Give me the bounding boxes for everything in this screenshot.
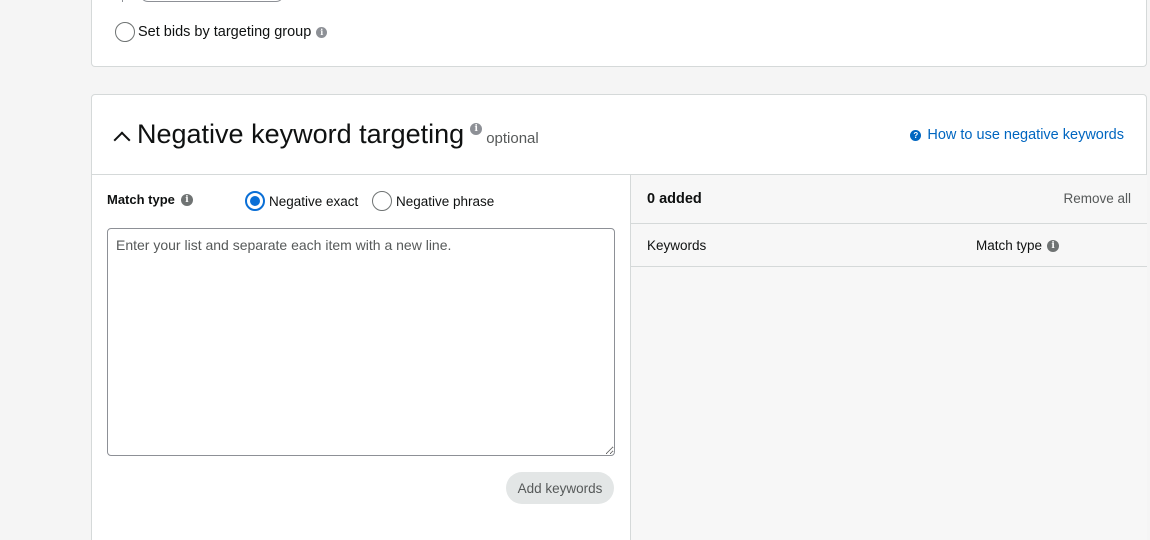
info-icon[interactable]: i [180,193,193,206]
set-bids-by-group-option[interactable]: Set bids by targeting group i [115,22,328,42]
info-icon[interactable]: i [1047,239,1060,252]
column-keywords: Keywords [647,238,707,253]
chevron-up-icon[interactable] [113,131,131,149]
set-bids-by-group-label: Set bids by targeting group [138,24,312,40]
match-type-row: Match type i [107,192,193,207]
help-link[interactable]: ? How to use negative keywords [910,127,1124,143]
keyword-entry-pane: Match type i Negative exact Negative phr… [92,175,630,540]
section-title-text: Negative keyword targeting [137,119,465,149]
negative-phrase-radio[interactable] [372,191,392,211]
set-bids-by-group-radio[interactable] [115,22,135,42]
tree-line [122,0,128,2]
negative-keyword-card: Negative keyword targeting i optional ? … [91,94,1147,540]
remove-all-link[interactable]: Remove all [1063,191,1131,206]
match-type-label: Match type [107,192,175,207]
keyword-list-textarea[interactable] [107,228,615,456]
added-keywords-pane: 0 added Remove all Keywords Match type i [630,175,1147,540]
column-match-type: Match type i [976,238,1060,253]
page: Set bids by targeting group i Negative k… [0,0,1150,540]
optional-label: optional [486,130,539,147]
section-title: Negative keyword targeting i optional [137,119,539,150]
negative-phrase-option[interactable]: Negative phrase [372,191,494,211]
bid-input-stub[interactable] [140,0,284,2]
section-header: Negative keyword targeting i optional ? … [92,95,1146,175]
bidding-card: Set bids by targeting group i [91,0,1147,67]
add-keywords-button[interactable]: Add keywords [506,472,614,504]
negative-exact-option[interactable]: Negative exact [245,191,358,211]
table-header: Keywords Match type i [631,224,1147,267]
help-circle-icon: ? [910,129,922,141]
negative-exact-radio[interactable] [245,191,265,211]
added-header: 0 added Remove all [631,175,1147,224]
help-link-text[interactable]: How to use negative keywords [927,127,1124,143]
negative-exact-label: Negative exact [269,193,359,209]
info-icon[interactable]: i [316,26,328,38]
added-count: 0 added [647,191,702,207]
negative-phrase-label: Negative phrase [396,193,495,209]
info-icon[interactable]: i [470,123,483,135]
column-match-type-label: Match type [976,238,1043,253]
